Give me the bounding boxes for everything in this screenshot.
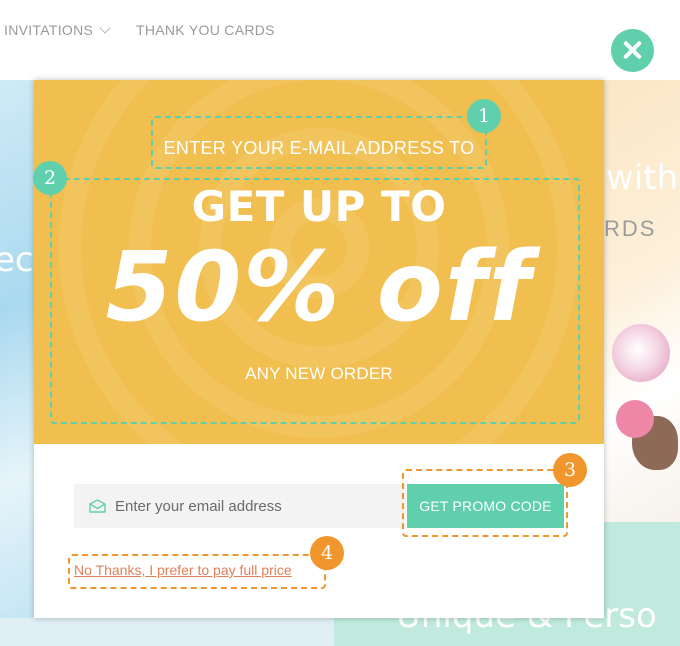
background-banner-right-script: with [606, 158, 679, 198]
annotation-badge-1: 1 [467, 99, 501, 133]
annotation-box-offer [50, 178, 580, 424]
annotation-badge-2: 2 [33, 161, 67, 195]
annotation-box-intro [151, 116, 487, 169]
email-field-container[interactable] [74, 484, 406, 528]
annotation-box-button [402, 469, 568, 537]
background-banner-left: ec [0, 80, 34, 646]
background-banner-right-caption: RDS [604, 216, 657, 241]
annotation-badge-3: 3 [553, 453, 587, 487]
background-button-image [616, 400, 654, 438]
background-banner-right: with RDS [604, 80, 680, 525]
chevron-down-icon [99, 22, 111, 34]
background-flower-image [612, 324, 670, 382]
background-banner-left-text: ec [0, 240, 34, 280]
nav-item-invitations[interactable]: INVITATIONS [4, 22, 111, 38]
annotation-box-decline [68, 554, 326, 589]
mail-icon [89, 499, 106, 513]
top-navigation: INVITATIONS THANK YOU CARDS [0, 0, 680, 80]
background-banner-bottom-left [0, 618, 334, 646]
email-field[interactable] [115, 484, 400, 528]
close-icon[interactable] [611, 29, 654, 72]
nav-item-thank-you-cards[interactable]: THANK YOU CARDS [136, 22, 275, 38]
nav-item-invitations-label: INVITATIONS [4, 22, 94, 38]
annotation-badge-4: 4 [310, 536, 344, 570]
